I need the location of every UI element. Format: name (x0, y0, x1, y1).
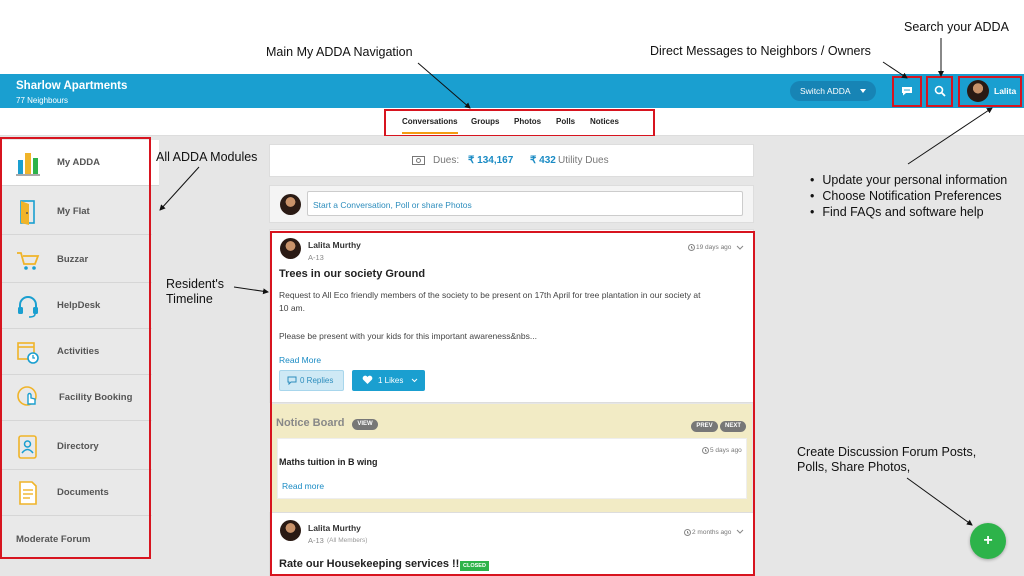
annotation-arrows (159, 38, 993, 526)
